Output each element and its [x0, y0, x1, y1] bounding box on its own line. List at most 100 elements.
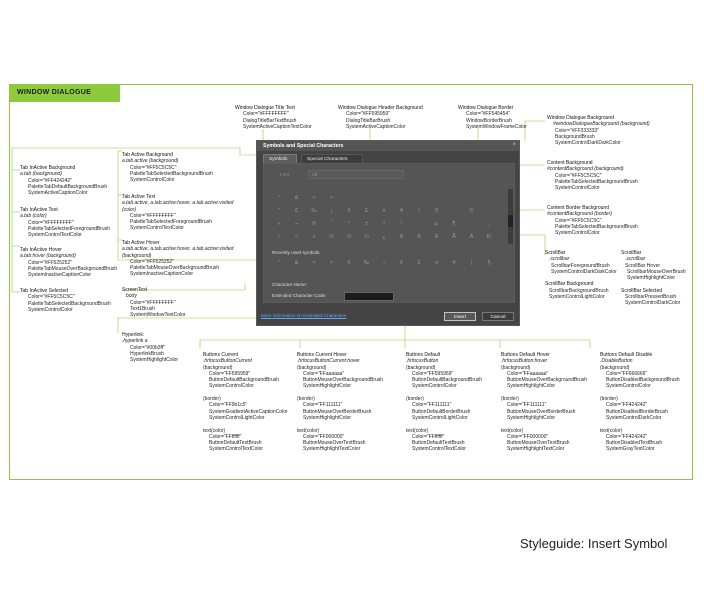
- symbol-cell[interactable]: [465, 192, 479, 205]
- symbol-cell[interactable]: µ: [430, 218, 444, 231]
- symbol-cell[interactable]: ¨: [447, 205, 461, 218]
- callout-btn-default-disable: Buttons Default Disable .DisableButton (ba…: [600, 352, 680, 453]
- symbol-cell[interactable]: ²: [377, 218, 391, 231]
- callout-border: Window Dialogue Border Color="#FF545454"…: [458, 105, 527, 130]
- symbol-cell[interactable]: °: [342, 218, 356, 231]
- symbol-cell[interactable]: ¹: [272, 231, 286, 244]
- symbol-grid: ” & < > ” € ‰ ¡ ¢ £ ¤ ¥ ¦ § ¨ © « ¬ ® ¯ ° ± ² ³ ´ µ ¶ · ¸ ¹ º» ¼ ½ ¾ ¿ À Á Â Ã…: [272, 192, 504, 244]
- callout-line: SystemHighlightTextColor: [303, 446, 361, 453]
- symbol-cell[interactable]: ±: [360, 218, 374, 231]
- symbol-cell[interactable]: «: [272, 218, 286, 231]
- recent-symbol-cell[interactable]: >: [325, 257, 339, 270]
- symbol-cell[interactable]: ”: [272, 192, 286, 205]
- callout-window-bg: Window Dialogue Background #windowDialog…: [547, 115, 650, 147]
- callout-tab-inactive-hover: Tab InActive Hover a.tab:hover (backgrou…: [20, 247, 118, 279]
- tab-special-characters[interactable]: Special Characters: [301, 154, 363, 163]
- close-icon[interactable]: ×: [512, 142, 516, 148]
- symbol-cell[interactable]: [430, 192, 444, 205]
- symbol-cell[interactable]: ³: [395, 218, 409, 231]
- callout-line: SystemGrayTextColor: [606, 446, 655, 453]
- symbol-cell[interactable]: Ã: [447, 231, 461, 244]
- symbol-cell[interactable]: §: [430, 205, 444, 218]
- callout-tab-active-hover: Tab Active Hover a.tab.active, a.tab.act…: [122, 240, 234, 278]
- recent-symbol-cell[interactable]: &: [290, 257, 304, 270]
- symbol-cell[interactable]: [360, 192, 374, 205]
- symbol-cell[interactable]: £: [360, 205, 374, 218]
- character-name-label: Character Name:: [272, 282, 307, 287]
- symbol-cell[interactable]: [395, 192, 409, 205]
- symbol-cell[interactable]: ”: [272, 205, 286, 218]
- symbol-cell[interactable]: ¬: [290, 218, 304, 231]
- cancel-button[interactable]: Cancel: [482, 312, 514, 321]
- symbol-cell[interactable]: ¡: [325, 205, 339, 218]
- callout-line: SystemControlTextColor: [412, 446, 466, 453]
- callout-title-text: Window Dialogue Title Text Color="#FFFFF…: [235, 105, 312, 130]
- recent-symbol-cell[interactable]: ”: [272, 257, 286, 270]
- callout-tab-inactive-text: Tab InActive Text a.tab (color) Color="#…: [20, 207, 110, 239]
- insert-button[interactable]: Insert: [444, 312, 476, 321]
- callout-line: SystemHighlightTextColor: [507, 446, 565, 453]
- callout-btn-current-hover: Buttons Current Hover .hrfocusButtonCurre…: [297, 352, 383, 453]
- symbol-cell[interactable]: ¿: [377, 231, 391, 244]
- symbol-cell[interactable]: À: [395, 231, 409, 244]
- scrollbar-thumb[interactable]: [508, 215, 513, 227]
- symbol-cell[interactable]: [412, 192, 426, 205]
- callout-btn-current: Buttons Current .hrfocusButtonCurrent (bac…: [203, 352, 288, 453]
- recent-symbol-cell[interactable]: ¡: [377, 257, 391, 270]
- tab-symbols[interactable]: Symbols: [263, 154, 297, 163]
- content-panel: Font: All ” & < >” € ‰ ¡ ¢ £ ¤ ¥ ¦ § ¨ © «¬ ® ¯ ° ± ² ³ ´ µ ¶ · ¸ ¹…: [263, 163, 515, 303]
- callout-tab-active-bg: Tab Active Background a.tab.active (back…: [122, 152, 213, 184]
- recent-symbol-cell[interactable]: ¦: [465, 257, 479, 270]
- font-row: Font: All: [280, 170, 404, 179]
- recent-symbol-cell[interactable]: ¥: [447, 257, 461, 270]
- symbol-cell[interactable]: [342, 192, 356, 205]
- symbol-cell[interactable]: >: [325, 192, 339, 205]
- symbol-cell[interactable]: ®: [307, 218, 321, 231]
- symbol-cell[interactable]: ´: [412, 218, 426, 231]
- callout-scrollbar: ScrollBar .scrollbar ScrollbarForeground…: [545, 250, 617, 301]
- symbol-cell[interactable]: ¾: [360, 231, 374, 244]
- symbol-cell[interactable]: €: [290, 205, 304, 218]
- symbol-cell[interactable]: Ð: [482, 231, 496, 244]
- scrollbar[interactable]: [508, 189, 513, 244]
- symbol-cell[interactable]: ¢: [342, 205, 356, 218]
- font-select[interactable]: All: [308, 170, 404, 179]
- symbol-cell[interactable]: ¦: [412, 205, 426, 218]
- recent-symbol-cell[interactable]: §: [482, 257, 496, 270]
- symbol-cell[interactable]: [377, 192, 391, 205]
- extended-code-input[interactable]: [344, 292, 394, 301]
- symbol-cell[interactable]: ½: [342, 231, 356, 244]
- recent-symbol-cell[interactable]: ‰: [360, 257, 374, 270]
- symbol-cell[interactable]: [482, 192, 496, 205]
- more-info-link[interactable]: More information on Extended Characters: [261, 313, 346, 318]
- symbol-cell[interactable]: ©: [465, 205, 479, 218]
- section-label: WINDOW DIALOGUE: [9, 84, 120, 102]
- symbol-cell[interactable]: ¼: [325, 231, 339, 244]
- symbol-cell[interactable]: Â: [430, 231, 444, 244]
- symbols-dialog: Symbols and Special Characters × Symbols…: [256, 140, 520, 326]
- symbol-cell[interactable]: ‰: [307, 205, 321, 218]
- symbol-cell[interactable]: »: [307, 231, 321, 244]
- symbol-cell[interactable]: <: [307, 192, 321, 205]
- font-label: Font:: [280, 172, 291, 177]
- symbol-cell[interactable]: Á: [412, 231, 426, 244]
- symbol-cell[interactable]: ¯: [325, 218, 339, 231]
- recent-symbol-cell[interactable]: €: [342, 257, 356, 270]
- recent-symbol-cell[interactable]: ¤: [430, 257, 444, 270]
- recent-symbol-cell[interactable]: £: [412, 257, 426, 270]
- recent-label: Recently used symbols:: [272, 250, 321, 255]
- symbol-cell[interactable]: º: [290, 231, 304, 244]
- symbol-cell[interactable]: ¶: [447, 218, 461, 231]
- recent-symbol-cell[interactable]: <: [307, 257, 321, 270]
- symbol-cell[interactable]: ¥: [395, 205, 409, 218]
- symbol-cell[interactable]: &: [290, 192, 304, 205]
- recent-symbol-cell[interactable]: ¢: [395, 257, 409, 270]
- symbol-cell[interactable]: ·: [465, 218, 479, 231]
- symbol-cell[interactable]: ¸: [482, 218, 496, 231]
- callout-content-border: Content Border Background #contentBackgr…: [547, 205, 638, 237]
- symbol-cell[interactable]: ¤: [377, 205, 391, 218]
- symbol-cell[interactable]: [447, 192, 461, 205]
- symbol-cell[interactable]: Ä: [465, 231, 479, 244]
- symbol-cell[interactable]: [482, 205, 496, 218]
- dialog-title-bar[interactable]: Symbols and Special Characters: [257, 141, 519, 151]
